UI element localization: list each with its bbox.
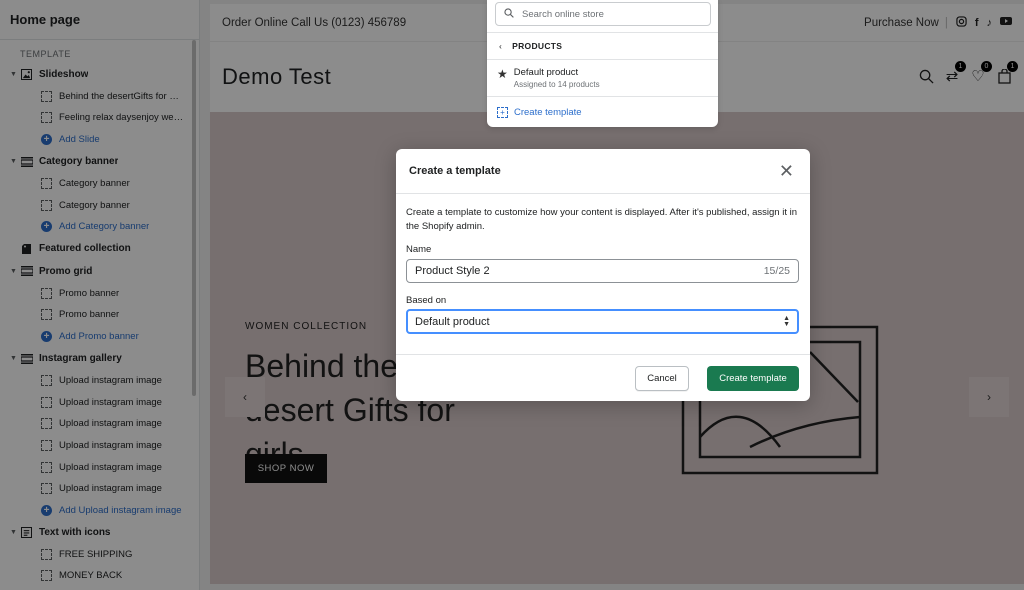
create-template-label: Create template bbox=[514, 107, 582, 118]
template-search-dropdown: Search online store ‹ PRODUCTS ★ Default … bbox=[487, 0, 718, 127]
modal-description: Create a template to customize how your … bbox=[406, 207, 797, 232]
products-back-link[interactable]: ‹ PRODUCTS bbox=[499, 41, 562, 51]
select-arrows-icon: ▲ ▼ bbox=[783, 314, 790, 328]
divider bbox=[487, 32, 718, 33]
divider bbox=[487, 59, 718, 60]
character-count: 15/25 bbox=[763, 265, 790, 277]
add-icon: + bbox=[497, 107, 508, 118]
based-on-label: Based on bbox=[406, 295, 447, 306]
create-template-link[interactable]: + Create template bbox=[497, 107, 582, 118]
template-item-subtitle: Assigned to 14 products bbox=[513, 80, 600, 89]
template-item-default-product[interactable]: ★ Default product Assigned to 14 product… bbox=[497, 67, 600, 89]
create-template-button[interactable]: Create template bbox=[707, 366, 799, 391]
close-icon[interactable]: ✕ bbox=[779, 162, 794, 180]
products-label: PRODUCTS bbox=[512, 41, 563, 51]
modal-footer: Cancel Create template bbox=[396, 354, 810, 401]
based-on-value: Default product bbox=[415, 315, 490, 328]
star-icon: ★ bbox=[497, 67, 508, 81]
modal-title: Create a template bbox=[396, 149, 810, 194]
chevron-left-icon: ‹ bbox=[499, 41, 503, 51]
template-item-title: Default product bbox=[513, 67, 579, 78]
search-icon bbox=[504, 8, 514, 21]
search-input[interactable]: Search online store bbox=[495, 2, 711, 26]
create-template-modal: Create a template ✕ Create a template to… bbox=[396, 149, 810, 401]
template-name-input[interactable]: Product Style 2 15/25 bbox=[406, 259, 799, 283]
divider bbox=[487, 96, 718, 97]
name-label: Name bbox=[406, 244, 432, 255]
based-on-select[interactable]: Default product ▲ ▼ bbox=[406, 309, 799, 334]
template-name-value: Product Style 2 bbox=[415, 265, 490, 277]
search-placeholder: Search online store bbox=[522, 8, 604, 20]
cancel-button[interactable]: Cancel bbox=[635, 366, 689, 391]
